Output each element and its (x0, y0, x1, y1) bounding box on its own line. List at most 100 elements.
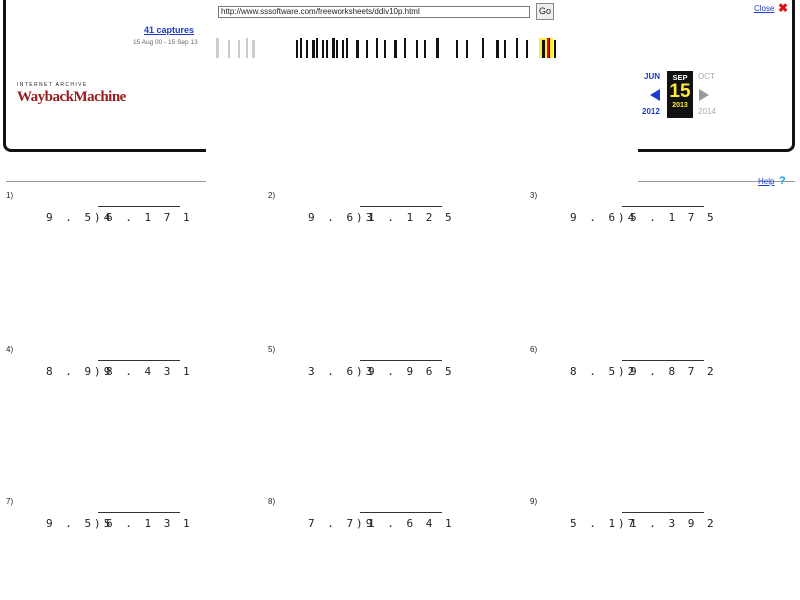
capture-bar[interactable] (436, 38, 439, 58)
capture-bar[interactable] (326, 40, 328, 58)
division-bar (360, 206, 442, 207)
division-problem: 3) 9 . 6 4) 5 . 1 7 5 (530, 191, 780, 251)
capture-bar[interactable] (496, 40, 499, 58)
divisor: 8 . 9 9 (46, 365, 114, 378)
division-bar (360, 512, 442, 513)
capture-bar[interactable] (216, 38, 219, 58)
capture-bar[interactable] (316, 38, 318, 58)
capture-bar[interactable] (456, 40, 458, 58)
problem-number: 1) (6, 191, 14, 200)
capture-bar[interactable] (296, 40, 298, 58)
capture-bar[interactable] (516, 38, 518, 58)
current-capture-marker (547, 38, 549, 58)
current-year: 2013 (672, 102, 688, 109)
capture-bar[interactable] (526, 40, 528, 58)
help-link[interactable]: Help (758, 177, 774, 186)
division-bar (622, 512, 704, 513)
divisor: 9 . 5 4 (46, 211, 114, 224)
division-problem: 7) 9 . 5 5) 6 . 1 3 1 (6, 497, 256, 557)
divisor: 9 . 6 4 (570, 211, 638, 224)
division-problem: 8) 7 . 7 9) 1 . 6 4 1 (268, 497, 518, 557)
logo-title: WaybackMachine (17, 89, 126, 105)
capture-bar[interactable] (312, 40, 315, 58)
divider (6, 181, 206, 182)
prev-year-link[interactable]: 2012 (642, 107, 660, 116)
capture-bar[interactable] (466, 40, 468, 58)
division-bracket: ) (94, 517, 101, 530)
help-icon[interactable]: ? (779, 175, 786, 187)
capture-bar[interactable] (376, 38, 378, 58)
capture-bar[interactable] (306, 40, 308, 58)
capture-bar[interactable] (504, 40, 506, 58)
problem-number: 5) (268, 345, 276, 354)
division-bracket: ) (94, 365, 101, 378)
division-problem: 2) 9 . 6 3) 1 . 1 2 5 (268, 191, 518, 251)
capture-bar[interactable] (346, 38, 348, 58)
divisor: 3 . 6 3 (308, 365, 376, 378)
dividend: 1 . 1 2 5 (368, 211, 455, 224)
division-bar (98, 512, 180, 513)
division-bar (622, 206, 704, 207)
captures-link[interactable]: 41 captures (144, 25, 194, 35)
divisor: 7 . 7 9 (308, 517, 376, 530)
go-button[interactable]: Go (536, 3, 554, 20)
close-icon[interactable]: ✖ (778, 1, 788, 15)
division-bar (98, 360, 180, 361)
capture-bar[interactable] (238, 40, 240, 58)
division-bracket: ) (356, 211, 363, 224)
close-link[interactable]: Close (754, 4, 774, 13)
dividend: 1 . 6 4 1 (368, 517, 455, 530)
capture-bar[interactable] (300, 38, 302, 58)
wayback-logo[interactable]: INTERNET ARCHIVE WaybackMachine (17, 82, 126, 105)
divisor: 9 . 5 5 (46, 517, 114, 530)
logo-subtitle: INTERNET ARCHIVE (17, 82, 88, 88)
capture-bar[interactable] (332, 38, 335, 58)
problem-number: 3) (530, 191, 538, 200)
current-capture-date: SEP 15 2013 (667, 71, 693, 118)
problem-number: 9) (530, 497, 538, 506)
next-year-label: 2014 (698, 107, 716, 116)
next-capture-arrow-icon[interactable] (699, 89, 709, 101)
capture-bar[interactable] (322, 40, 324, 58)
capture-bar[interactable] (246, 38, 248, 58)
problem-number: 7) (6, 497, 14, 506)
next-month-label: OCT (698, 72, 715, 81)
capture-bar[interactable] (228, 40, 230, 58)
capture-bar[interactable] (394, 40, 397, 58)
capture-bar[interactable] (384, 40, 386, 58)
division-bar (98, 206, 180, 207)
capture-bar[interactable] (416, 40, 418, 58)
prev-capture-arrow-icon[interactable] (650, 89, 660, 101)
division-bracket: ) (94, 211, 101, 224)
division-problem: 1) 9 . 5 4) 6 . 1 7 1 (6, 191, 256, 251)
division-bracket: ) (618, 365, 625, 378)
capture-bar[interactable] (366, 40, 368, 58)
capture-bar[interactable] (482, 38, 484, 58)
capture-sparkline[interactable] (206, 36, 638, 60)
capture-bar[interactable] (252, 40, 255, 58)
division-bracket: ) (356, 517, 363, 530)
current-year-highlight (539, 38, 553, 58)
problem-number: 6) (530, 345, 538, 354)
capture-bar[interactable] (424, 40, 426, 58)
capture-bar[interactable] (342, 40, 344, 58)
capture-bar[interactable] (554, 40, 556, 58)
divisor: 8 . 5 2 (570, 365, 638, 378)
division-problem: 4) 8 . 9 9) 8 . 4 3 1 (6, 345, 256, 405)
dividend: 6 . 1 7 1 (106, 211, 193, 224)
problem-number: 8) (268, 497, 276, 506)
dividend: 9 . 9 6 5 (368, 365, 455, 378)
captures-range: 15 Aug 00 - 15 Sep 13 (133, 39, 198, 46)
capture-bar[interactable] (542, 40, 545, 58)
capture-bar[interactable] (404, 38, 406, 58)
prev-month-link[interactable]: JUN (644, 72, 660, 81)
capture-bar[interactable] (336, 40, 338, 58)
dividend: 8 . 4 3 1 (106, 365, 193, 378)
division-bracket: ) (618, 517, 625, 530)
problem-number: 4) (6, 345, 14, 354)
url-input[interactable]: http://www.sssoftware.com/freeworksheets… (218, 6, 530, 18)
divisor: 9 . 6 3 (308, 211, 376, 224)
capture-bar[interactable] (356, 40, 359, 58)
dividend: 1 . 3 9 2 (630, 517, 717, 530)
dividend: 9 . 8 7 2 (630, 365, 717, 378)
